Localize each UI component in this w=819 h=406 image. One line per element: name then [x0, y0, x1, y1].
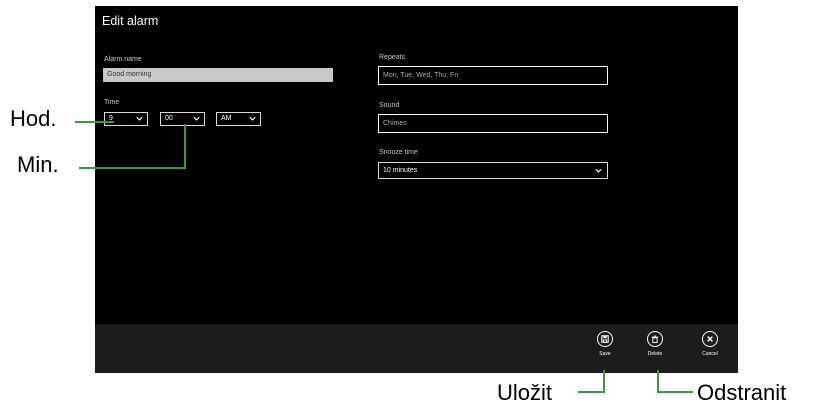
minute-select[interactable]: 00 — [160, 112, 205, 126]
sound-label: Sound — [379, 102, 400, 109]
delete-callout-line — [657, 391, 693, 393]
save-callout: Uložit — [497, 380, 553, 405]
alarm-name-label: Alarm name — [104, 56, 142, 63]
delete-callout-line-vertical — [657, 370, 659, 393]
delete-button[interactable]: Delete — [640, 331, 670, 357]
minute-callout: Min. — [17, 152, 59, 177]
save-callout-line — [578, 391, 605, 393]
snooze-select[interactable]: 10 minutes — [378, 162, 608, 179]
page-title: Edit alarm — [102, 14, 159, 28]
hour-select[interactable]: 9 — [104, 112, 148, 126]
ampm-select[interactable]: AM — [216, 112, 261, 126]
save-button[interactable]: Save — [590, 331, 620, 357]
hour-callout-line — [75, 121, 114, 123]
close-icon — [702, 331, 718, 347]
minute-callout-line — [79, 167, 186, 169]
time-label: Time — [104, 99, 120, 106]
alarm-name-input[interactable]: Good morning — [103, 68, 333, 82]
minute-callout-line-vertical — [184, 124, 186, 169]
trash-icon — [647, 331, 663, 347]
snooze-value: 10 minutes — [383, 167, 418, 174]
cancel-button[interactable]: Cancel — [695, 331, 725, 357]
repeats-field[interactable]: Mon, Tue, Wed, Thu, Fri — [378, 66, 608, 85]
hour-callout: Hod. — [10, 106, 57, 131]
snooze-label: Snooze time — [379, 149, 418, 156]
ampm-value: AM — [221, 115, 232, 122]
repeats-label: Repeats — [379, 54, 406, 61]
save-label: Save — [599, 351, 611, 357]
sound-field[interactable]: Chimes — [378, 114, 608, 133]
alarm-edit-screen: Edit alarm Alarm name Good morning Time … — [95, 6, 738, 373]
delete-label: Delete — [647, 351, 663, 357]
delete-callout: Odstranit — [697, 380, 787, 405]
chevron-down-icon — [193, 116, 200, 121]
chevron-down-icon — [136, 116, 143, 121]
cancel-label: Cancel — [702, 351, 718, 357]
chevron-down-icon — [249, 116, 256, 121]
app-bar: Save Delete Cancel — [95, 324, 738, 373]
save-icon — [597, 331, 613, 347]
chevron-down-icon — [595, 168, 602, 173]
save-callout-line-vertical — [603, 370, 605, 393]
minute-value: 00 — [165, 115, 173, 122]
